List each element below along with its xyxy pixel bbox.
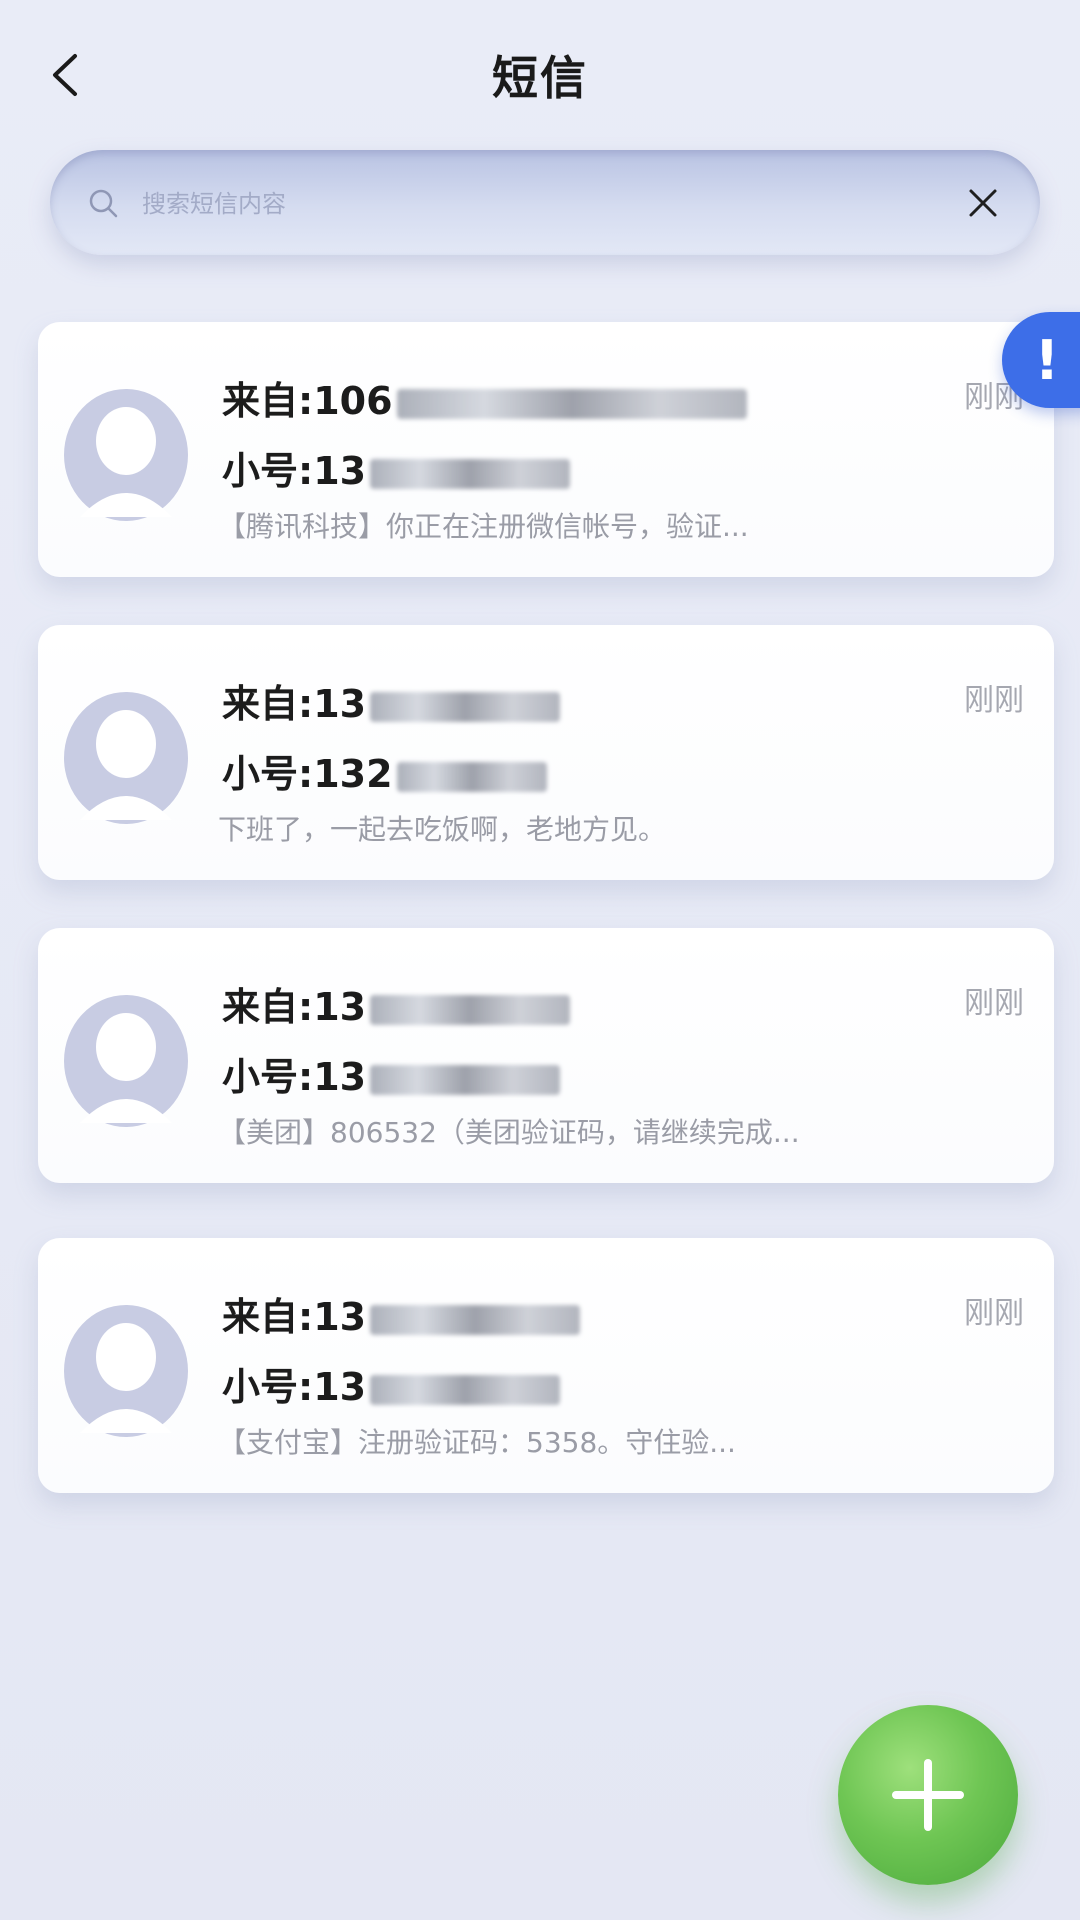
message-preview: 【美团】806532（美团验证码，请继续完成... <box>218 1116 800 1149</box>
redacted-block <box>370 1064 561 1095</box>
recipient-number: 小号:13 <box>222 1046 561 1101</box>
search-icon <box>89 189 118 218</box>
back-button[interactable] <box>30 40 100 110</box>
recipient-number: 小号:13 <box>222 440 571 495</box>
message-preview: 【腾讯科技】你正在注册微信帐号，验证... <box>218 510 749 543</box>
recipient-number: 小号:132 <box>222 743 547 798</box>
message-card[interactable]: 来自:106 小号:13 【腾讯科技】你正在注册微信帐号，验证... 刚刚 <box>38 322 1054 577</box>
redacted-block <box>370 994 571 1025</box>
sender-number: 来自:13 <box>222 1286 581 1341</box>
message-time: 刚刚 <box>964 1296 1024 1331</box>
redacted-block <box>370 1374 561 1405</box>
message-time: 刚刚 <box>964 683 1024 718</box>
redacted-block <box>370 458 571 489</box>
sender-number: 来自:13 <box>222 976 571 1031</box>
sender-number: 来自:13 <box>222 673 561 728</box>
header-bar: 短信 <box>0 0 1080 150</box>
recipient-number: 小号:13 <box>222 1356 561 1411</box>
search-bar[interactable] <box>50 150 1040 255</box>
sms-screen: 短信 来自:106 小号:13 【腾讯科技】你正在注册微信帐号，验证... <box>0 0 1080 1920</box>
message-card[interactable]: 来自:13 小号:13 【支付宝】注册验证码：5358。守住验... 刚刚 <box>38 1238 1054 1493</box>
message-card[interactable]: 来自:13 小号:13 【美团】806532（美团验证码，请继续完成... 刚刚 <box>38 928 1054 1183</box>
sender-number: 来自:106 <box>222 370 747 425</box>
close-icon <box>969 189 997 217</box>
user-avatar-icon <box>64 1305 188 1437</box>
redacted-block <box>396 388 747 419</box>
add-message-button[interactable] <box>838 1705 1018 1885</box>
clear-search-button[interactable] <box>956 176 1010 230</box>
redacted-block <box>370 1304 581 1335</box>
message-preview: 下班了，一起去吃饭啊，老地方见。 <box>218 813 667 846</box>
chevron-left-icon <box>53 54 77 96</box>
user-avatar-icon <box>64 389 188 521</box>
redacted-block <box>370 691 561 722</box>
search-input[interactable] <box>140 178 894 230</box>
message-list: 来自:106 小号:13 【腾讯科技】你正在注册微信帐号，验证... 刚刚 来自… <box>0 0 1080 1920</box>
user-avatar-icon <box>64 692 188 824</box>
message-card[interactable]: 来自:13 小号:132 下班了，一起去吃饭啊，老地方见。 刚刚 <box>38 625 1054 880</box>
redacted-block <box>396 761 547 792</box>
message-time: 刚刚 <box>964 986 1024 1021</box>
plus-icon <box>892 1759 964 1831</box>
page-title: 短信 <box>492 51 588 105</box>
message-preview: 【支付宝】注册验证码：5358。守住验... <box>218 1426 736 1459</box>
user-avatar-icon <box>64 995 188 1127</box>
